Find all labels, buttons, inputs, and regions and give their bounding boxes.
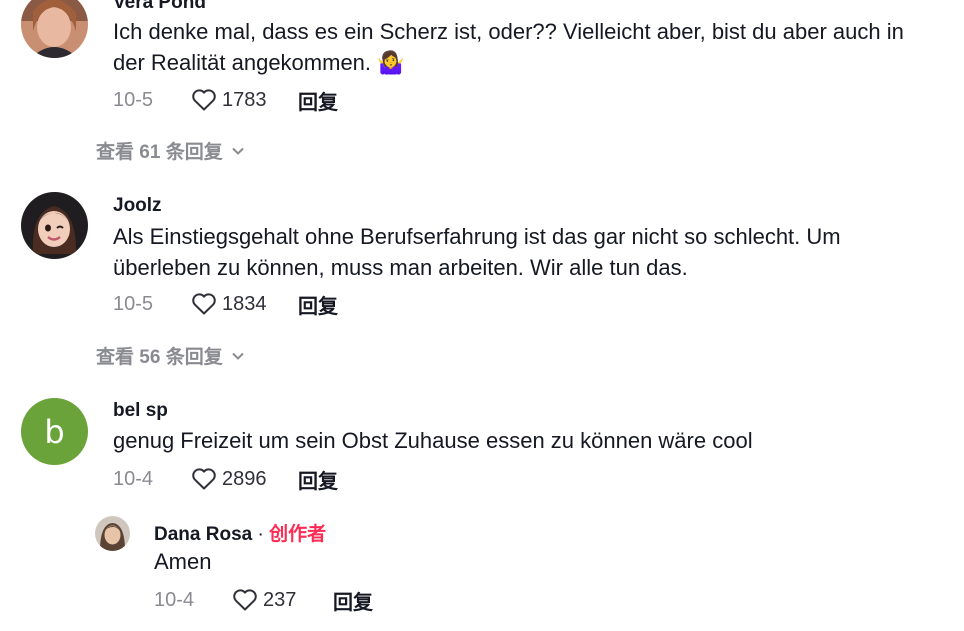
- comment-date: 10-4: [154, 588, 195, 611]
- comment-text-line: Als Einstiegsgehalt ohne Berufserfahrung…: [113, 224, 841, 249]
- avatar[interactable]: [21, 0, 88, 58]
- comment-text-line: Ich denke mal, dass es ein Scherz ist, o…: [113, 19, 904, 44]
- like-button[interactable]: 1834: [191, 292, 298, 316]
- comment-actions: 10-5 1783 回复: [113, 85, 338, 115]
- comment-text-line: der Realität angekommen. 🤷‍♀️: [113, 50, 405, 75]
- like-count: 2896: [222, 467, 267, 490]
- comment-username[interactable]: bel sp: [113, 400, 168, 422]
- like-button[interactable]: 237: [232, 588, 333, 612]
- user-avatar-image: [95, 516, 130, 551]
- avatar[interactable]: b: [21, 398, 88, 465]
- chevron-down-icon: [231, 147, 244, 155]
- comment-text: Als Einstiegsgehalt ohne Berufserfahrung…: [113, 221, 841, 283]
- reply-button[interactable]: 回复: [298, 290, 338, 319]
- avatar[interactable]: [21, 192, 88, 259]
- heart-icon: [192, 89, 216, 111]
- like-count: 237: [263, 588, 297, 611]
- view-replies-label: 查看 56 条回复: [96, 347, 223, 368]
- user-avatar-image: [21, 0, 88, 58]
- comments-panel: Vera Pond Ich denke mal, dass es ein Sch…: [0, 0, 964, 631]
- view-replies-button[interactable]: 查看 61 条回复: [96, 137, 245, 164]
- view-replies-button[interactable]: 查看 56 条回复: [96, 342, 245, 369]
- comment-date: 10-4: [113, 467, 154, 490]
- creator-badge: 创作者: [269, 524, 327, 545]
- heart-icon: [192, 468, 216, 490]
- comment-actions: 10-4 2896 回复: [113, 464, 338, 494]
- reply-button[interactable]: 回复: [333, 586, 373, 615]
- reply-button[interactable]: 回复: [298, 86, 338, 115]
- chevron-down-icon: [231, 352, 244, 360]
- comment-text-line: Amen: [154, 549, 212, 574]
- avatar-letter: b: [44, 412, 65, 451]
- like-button[interactable]: 1783: [191, 88, 298, 112]
- heart-icon: [192, 293, 216, 315]
- like-count: 1834: [222, 292, 267, 315]
- like-button[interactable]: 2896: [191, 467, 298, 491]
- comment-username[interactable]: Joolz: [113, 195, 162, 217]
- view-replies-label: 查看 61 条回复: [96, 142, 223, 163]
- comment-text: Amen: [154, 546, 211, 577]
- comment-text-line: überleben zu können, muss man arbeiten. …: [113, 255, 688, 280]
- reply-button[interactable]: 回复: [298, 465, 338, 494]
- reply-username-row: Dana Rosa · 创作者: [154, 519, 326, 546]
- avatar[interactable]: [95, 516, 130, 551]
- heart-icon: [233, 589, 257, 611]
- comment-actions: 10-4 237 回复: [154, 585, 373, 615]
- reply-username[interactable]: Dana Rosa: [154, 524, 252, 545]
- comment-text: genug Freizeit um sein Obst Zuhause esse…: [113, 425, 753, 456]
- comment-username[interactable]: Vera Pond: [113, 0, 206, 14]
- comment-actions: 10-5 1834 回复: [113, 289, 338, 319]
- comment-date: 10-5: [113, 292, 154, 315]
- comment-text-line: genug Freizeit um sein Obst Zuhause esse…: [113, 428, 753, 453]
- username-separator: ·: [257, 524, 264, 545]
- comment-date: 10-5: [113, 88, 154, 111]
- like-count: 1783: [222, 88, 267, 111]
- user-avatar-image: [21, 192, 88, 259]
- comment-text: Ich denke mal, dass es ein Scherz ist, o…: [113, 16, 904, 78]
